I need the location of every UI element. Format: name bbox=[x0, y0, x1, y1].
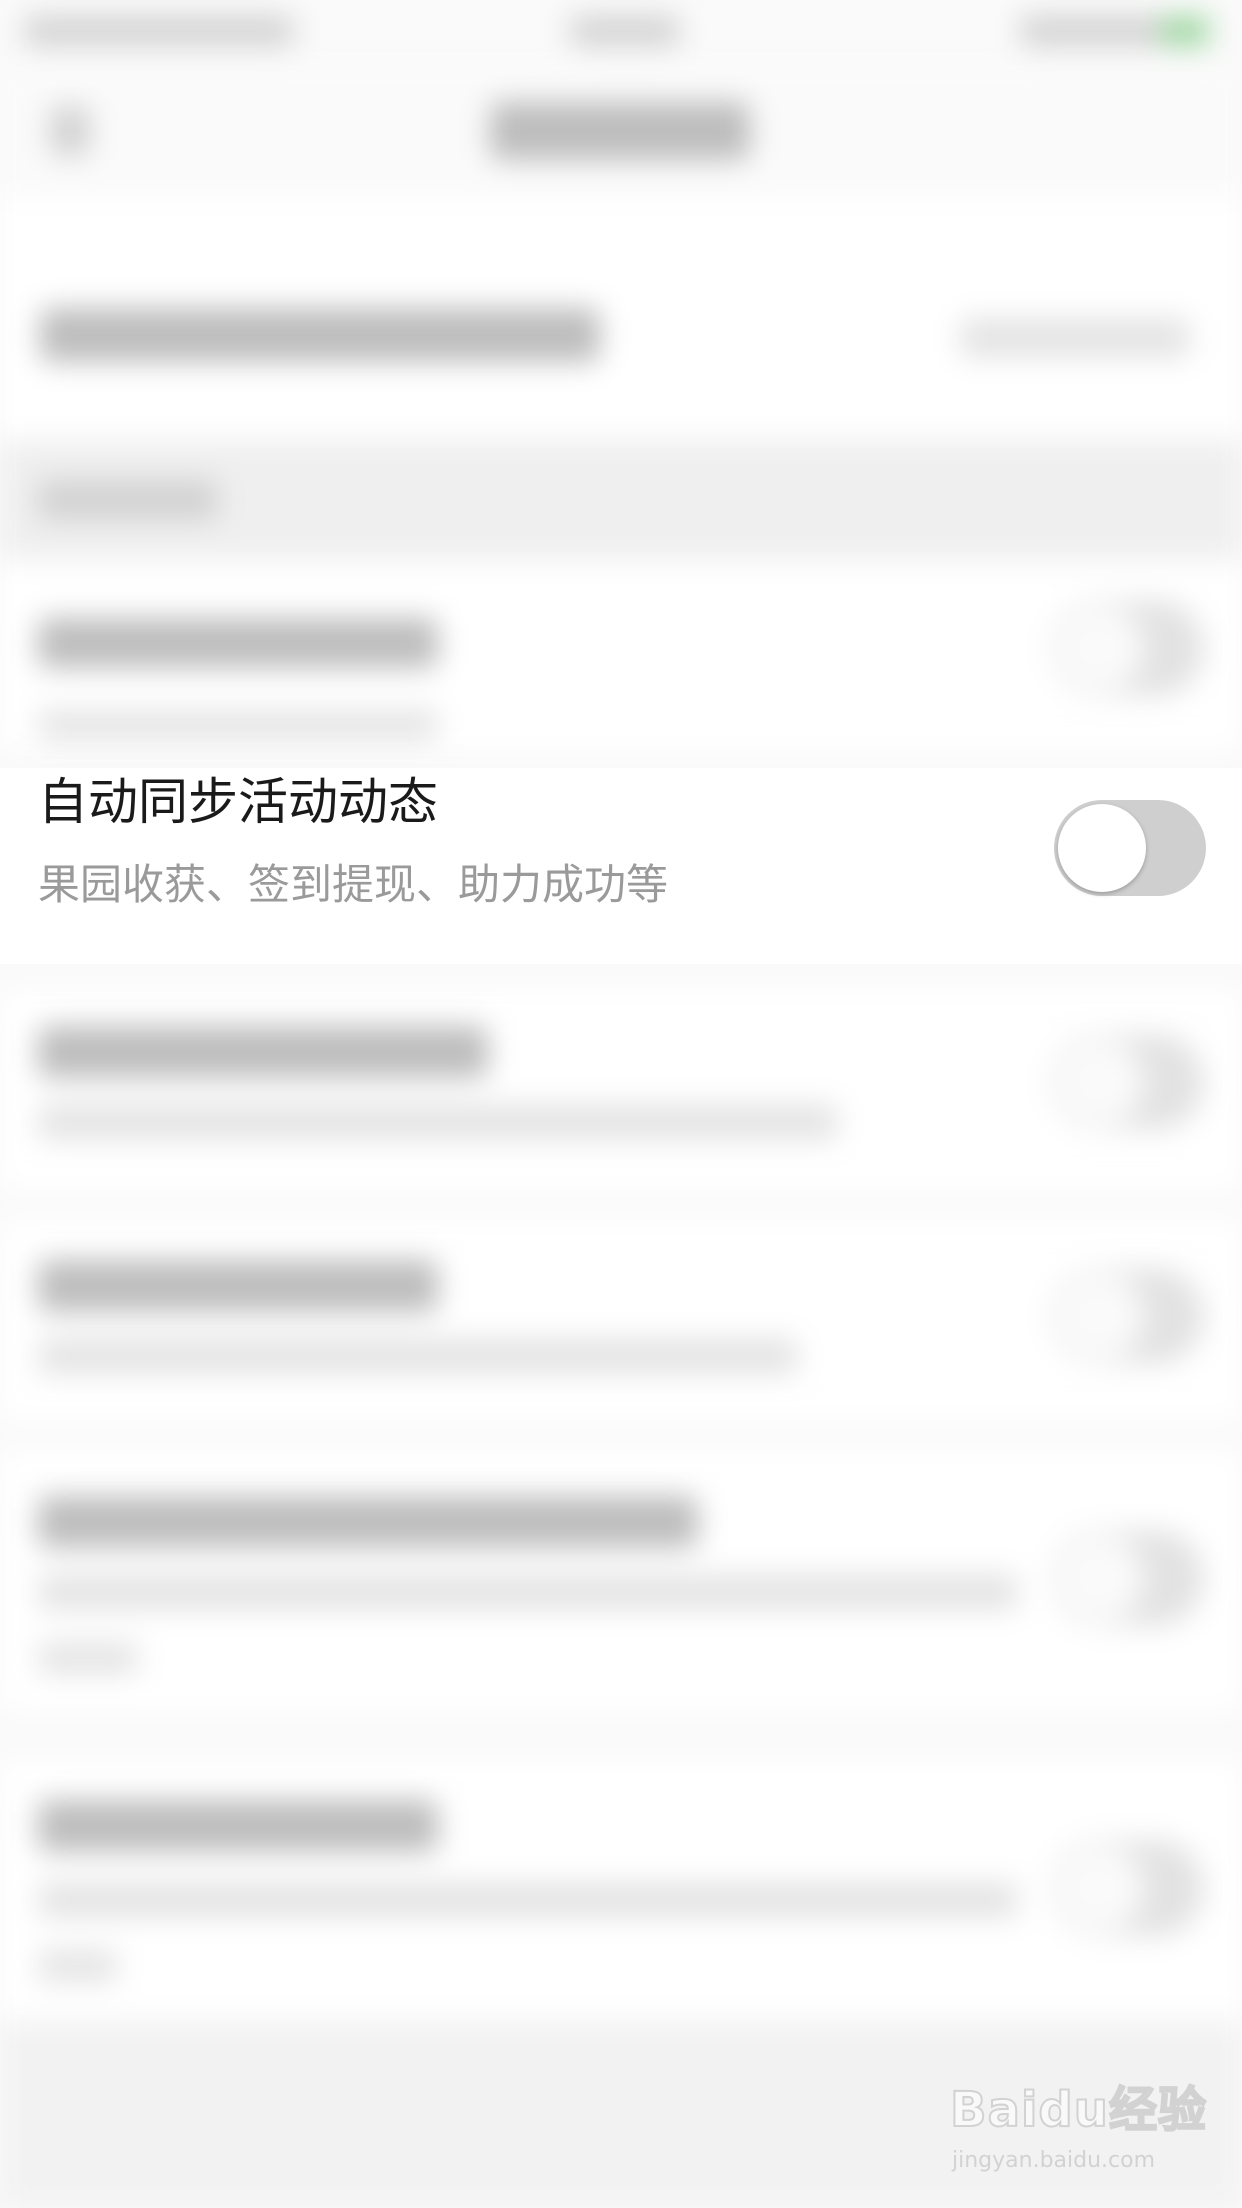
auto-sync-activity-row[interactable]: 自动同步活动动态 果园收获、签到提现、助力成功等 bbox=[0, 768, 1242, 964]
toggle-knob bbox=[1058, 804, 1146, 892]
setting-row-4 bbox=[0, 1220, 1242, 1420]
nav-bar bbox=[0, 66, 1242, 198]
blurred-background bbox=[0, 0, 1242, 2208]
setting-row-6 bbox=[0, 1760, 1242, 2020]
setting-row-3 bbox=[0, 990, 1242, 1190]
status-bar bbox=[0, 0, 1242, 66]
auto-sync-subtitle: 果园收获、签到提现、助力成功等 bbox=[38, 860, 669, 909]
auto-sync-toggle[interactable] bbox=[1054, 800, 1206, 896]
watermark-url: jingyan.baidu.com bbox=[952, 2148, 1156, 2173]
auto-sync-title: 自动同步活动动态 bbox=[38, 773, 438, 831]
setting-row-5 bbox=[0, 1450, 1242, 1710]
settings-screen: 自动同步活动动态 果园收获、签到提现、助力成功等 Baidu经验 jingyan… bbox=[0, 0, 1242, 2208]
watermark-logo: Baidu经验 bbox=[949, 2081, 1207, 2139]
account-row bbox=[0, 198, 1242, 468]
section-header bbox=[0, 440, 1242, 560]
baidu-jingyan-watermark: Baidu经验 jingyan.baidu.com bbox=[949, 2070, 1207, 2190]
setting-row-1 bbox=[0, 560, 1242, 750]
